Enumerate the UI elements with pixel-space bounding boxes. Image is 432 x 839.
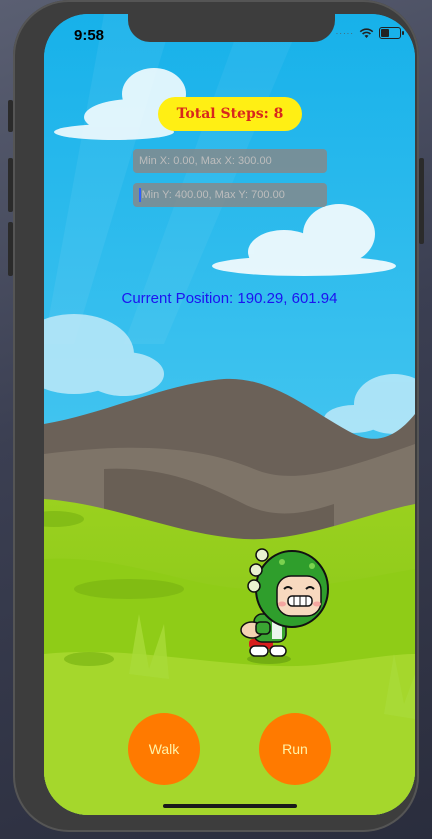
walk-button[interactable]: Walk	[128, 713, 200, 785]
y-range-placeholder: Min Y: 400.00, Max Y: 700.00	[141, 189, 285, 201]
notch	[128, 14, 335, 42]
wifi-icon	[359, 27, 374, 38]
battery-fill	[381, 29, 389, 37]
game-background	[44, 14, 415, 815]
battery-icon	[379, 27, 404, 39]
signal-dots: ·····	[335, 28, 354, 38]
status-icons: ·····	[335, 27, 404, 39]
power-button	[419, 158, 424, 244]
total-steps-badge: Total Steps: 8	[158, 97, 302, 131]
x-range-placeholder: Min X: 0.00, Max X: 300.00	[139, 155, 272, 167]
home-indicator[interactable]	[163, 804, 297, 808]
current-position-label: Current Position: 190.29, 601.94	[121, 290, 338, 307]
phone-frame: 9:58 ····· Total Steps: 8 Min X: 0.00, M…	[13, 0, 419, 832]
text-cursor	[139, 188, 141, 202]
y-range-field[interactable]: Min Y: 400.00, Max Y: 700.00	[133, 183, 327, 207]
status-time: 9:58	[74, 27, 105, 44]
run-button[interactable]: Run	[259, 713, 331, 785]
game-screen: 9:58 ····· Total Steps: 8 Min X: 0.00, M…	[44, 14, 415, 815]
x-range-field[interactable]: Min X: 0.00, Max X: 300.00	[133, 149, 327, 173]
